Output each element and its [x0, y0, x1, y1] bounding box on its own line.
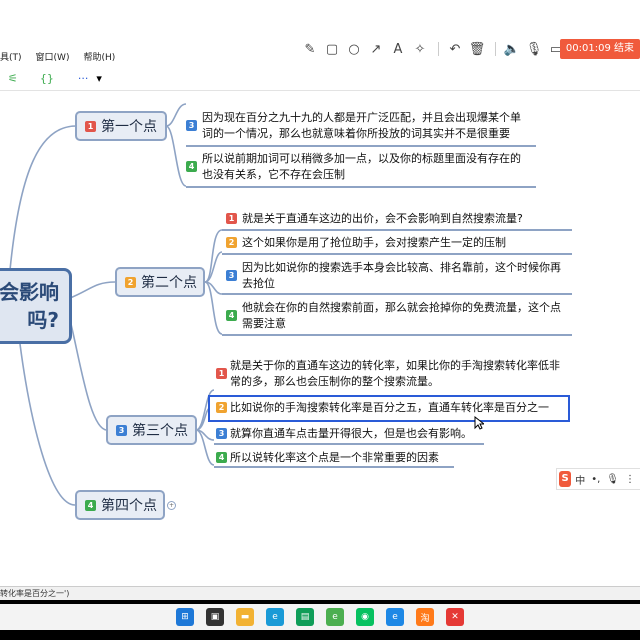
ime-mic-icon[interactable]: 🎙	[606, 474, 619, 485]
priority-badge: 4	[216, 452, 227, 463]
ime-toolbar[interactable]: S 中 •, 🎙 ⋮	[556, 468, 640, 490]
subtopic-underline	[214, 466, 454, 468]
ime-language-toggle[interactable]: 中	[575, 472, 585, 487]
subtopic-text: 因为现在百分之九十九的人都是开广泛匹配，并且会出现爆某个单词的一个情况，那么也就…	[202, 111, 521, 140]
priority-badge: 4	[186, 161, 197, 172]
sogou-logo-icon[interactable]: S	[559, 471, 572, 487]
priority-badge: 3	[216, 428, 227, 439]
subtopic-text: 就是关于你的直通车这边的转化率，如果比你的手淘搜索转化率低非常的多，那么也会压制…	[230, 359, 560, 388]
connector-b1-l2	[165, 125, 187, 187]
priority-badge: 2	[226, 237, 237, 248]
root-topic-line1: 会影响	[0, 280, 59, 304]
branch-topic-1[interactable]: 1 第一个点	[75, 111, 167, 141]
branch-label: 第一个点	[101, 119, 157, 135]
priority-badge: 2	[216, 402, 227, 413]
connector-b2-l2	[204, 251, 223, 283]
priority-badge: 1	[216, 368, 227, 379]
start-icon[interactable]: ⊞	[176, 608, 194, 626]
file-explorer-icon[interactable]: ▬	[236, 608, 254, 626]
subtopic-underline	[214, 443, 484, 445]
subtopic-3-3[interactable]: 3 就算你直通车点击量开得很大，但是也会有影响。	[216, 426, 516, 442]
subtopic-underline	[186, 186, 536, 188]
subtopic-2-3[interactable]: 3 因为比如说你的搜索选手本身会比较高、排名靠前，这个时候你再去抢位	[226, 260, 571, 292]
subtopic-text: 因为比如说你的搜索选手本身会比较高、排名靠前，这个时候你再去抢位	[242, 261, 561, 290]
screen: ✎ ▢ ○ ↗ A ✧ ↶ 🗑 🔈 🎙 ▭ 00:01:09 结束 具(T) 窗…	[0, 0, 640, 640]
subtopic-underline	[186, 145, 536, 147]
subtopic-1-1[interactable]: 3 因为现在百分之九十九的人都是开广泛匹配，并且会出现爆某个单词的一个情况，那么…	[186, 110, 531, 142]
priority-badge: 4	[226, 310, 237, 321]
root-topic-line2: 吗?	[27, 308, 59, 332]
subtopic-text: 这个如果你是用了抢位助手，会对搜索产生一定的压制	[242, 236, 506, 249]
root-topic[interactable]: 会影响 吗?	[0, 268, 72, 344]
subtopic-3-1[interactable]: 1 就是关于你的直通车这边的转化率，如果比你的手淘搜索转化率低非常的多，那么也会…	[216, 358, 561, 390]
subtopic-underline	[222, 253, 572, 255]
priority-badge: 4	[85, 499, 96, 511]
connector-b2-l1	[204, 229, 223, 283]
priority-badge: 1	[226, 213, 237, 224]
edge-icon[interactable]: e	[266, 608, 284, 626]
subtopic-text: 他就会在你的自然搜索前面，那么就会抢掉你的免费流量，这个点需要注意	[242, 301, 561, 330]
branch-label: 第三个点	[132, 423, 188, 439]
subtopic-text: 比如说你的手淘搜索转化率是百分之五，直通车转化率是百分之一	[230, 401, 549, 414]
taobao-icon[interactable]: 淘	[416, 608, 434, 626]
task-view-icon[interactable]: ▣	[206, 608, 224, 626]
subtopic-3-4[interactable]: 4 所以说转化率这个点是一个非常重要的因素	[216, 450, 516, 466]
priority-badge: 3	[186, 120, 197, 131]
taskbar: ⊞ ▣ ▬ e ▤ e ◉ e 淘 ✕	[0, 604, 640, 630]
status-text: 转化率是百分之一')	[0, 589, 70, 598]
branch-label: 第二个点	[141, 275, 197, 291]
subtopic-underline	[222, 229, 572, 231]
xmind-icon[interactable]: ✕	[446, 608, 464, 626]
connector-root-b2	[69, 281, 116, 299]
subtopic-underline	[222, 293, 572, 295]
wechat-icon[interactable]: ◉	[356, 608, 374, 626]
subtopic-1-2[interactable]: 4 所以说前期加词可以稍微多加一点，以及你的标题里面没有存在的也没有关系，它不存…	[186, 151, 531, 183]
subtopic-2-4[interactable]: 4 他就会在你的自然搜索前面，那么就会抢掉你的免费流量，这个点需要注意	[226, 300, 571, 332]
expand-toggle-icon[interactable]: +	[167, 501, 176, 510]
browser-360-icon[interactable]: e	[326, 608, 344, 626]
subtopic-text: 所以说前期加词可以稍微多加一点，以及你的标题里面没有存在的也没有关系，它不存在会…	[202, 152, 521, 181]
ime-more-icon[interactable]: ⋮	[625, 474, 635, 485]
connector-b2-l4	[204, 281, 223, 335]
connector-root-b4	[19, 343, 76, 506]
bottom-edge	[0, 630, 640, 640]
priority-badge: 1	[85, 120, 96, 132]
status-bar: 转化率是百分之一')	[0, 586, 640, 601]
subtopic-3-2[interactable]: 2 比如说你的手淘搜索转化率是百分之五，直通车转化率是百分之一	[216, 400, 566, 416]
mouse-cursor-icon	[474, 416, 484, 430]
branch-label: 第四个点	[101, 498, 157, 514]
priority-badge: 2	[125, 276, 136, 288]
ime-punctuation-toggle[interactable]: •,	[591, 474, 600, 485]
connector-root-b1	[9, 125, 77, 271]
subtopic-underline	[222, 334, 572, 336]
store-icon[interactable]: ▤	[296, 608, 314, 626]
subtopic-2-2[interactable]: 2 这个如果你是用了抢位助手，会对搜索产生一定的压制	[226, 235, 556, 251]
priority-badge: 3	[116, 424, 127, 436]
connector-b1-l1	[165, 103, 187, 127]
subtopic-text: 就是关于直通车这边的出价，会不会影响到自然搜索流量?	[242, 212, 523, 225]
branch-topic-4[interactable]: 4 第四个点	[75, 490, 165, 520]
branch-topic-2[interactable]: 2 第二个点	[115, 267, 205, 297]
connector-root-b3	[69, 319, 108, 431]
subtopic-2-1[interactable]: 1 就是关于直通车这边的出价，会不会影响到自然搜索流量?	[226, 211, 556, 227]
subtopic-text: 所以说转化率这个点是一个非常重要的因素	[230, 451, 439, 464]
branch-topic-3[interactable]: 3 第三个点	[106, 415, 197, 445]
priority-badge: 3	[226, 270, 237, 281]
ie-icon[interactable]: e	[386, 608, 404, 626]
